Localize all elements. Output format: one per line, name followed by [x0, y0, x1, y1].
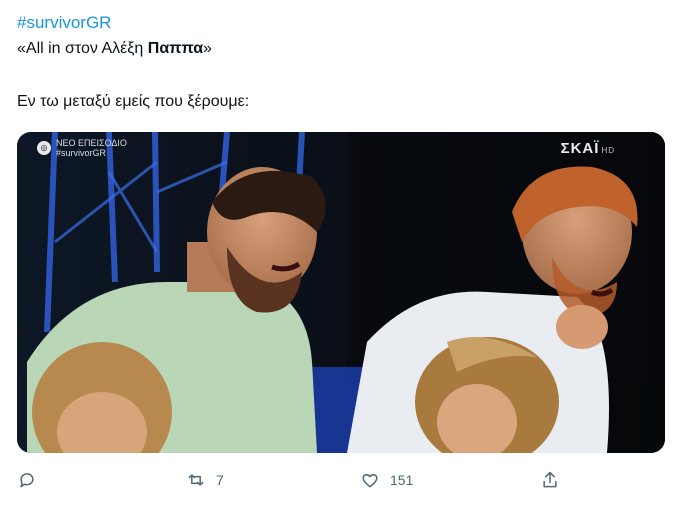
tweet-action-bar: 7 151 — [0, 462, 700, 502]
quote-bold-name: Παππα — [147, 40, 204, 57]
channel-hd: HD — [601, 146, 615, 155]
retweet-button[interactable]: 7 — [186, 470, 224, 490]
hashtag-link[interactable]: #survivorGR — [17, 13, 111, 33]
share-button[interactable] — [540, 470, 560, 490]
media-scene — [17, 132, 665, 453]
tweet-quote-line: «All in στον Αλέξη Παππα» — [17, 40, 212, 58]
episode-overlay: ◎ ΝΕΟ ΕΠΕΙΣΟΔΙΟ #survivorGR — [37, 138, 127, 158]
channel-mark-icon: ◎ — [37, 141, 51, 155]
tweet-media-image[interactable]: ◎ ΝΕΟ ΕΠΕΙΣΟΔΙΟ #survivorGR ΣΚΑΪ HD — [17, 132, 665, 453]
reply-button[interactable] — [17, 470, 37, 490]
overlay-line2: #survivorGR — [56, 148, 107, 158]
reply-icon — [20, 473, 34, 488]
share-icon — [543, 471, 557, 488]
overlay-line1: ΝΕΟ ΕΠΕΙΣΟΔΙΟ — [56, 138, 127, 148]
heart-icon — [362, 473, 378, 488]
retweet-count: 7 — [216, 472, 224, 488]
quote-prefix: «All in στον Αλέξη — [17, 40, 148, 57]
quote-suffix: » — [203, 40, 212, 57]
tweet-caption: Εν τω μεταξύ εμείς που ξέρουμε: — [17, 93, 250, 110]
channel-logo: ΣΚΑΪ HD — [561, 140, 615, 157]
like-count: 151 — [390, 472, 414, 488]
like-button[interactable]: 151 — [360, 470, 413, 490]
channel-name: ΣΚΑΪ — [560, 140, 600, 157]
retweet-icon — [188, 474, 204, 486]
